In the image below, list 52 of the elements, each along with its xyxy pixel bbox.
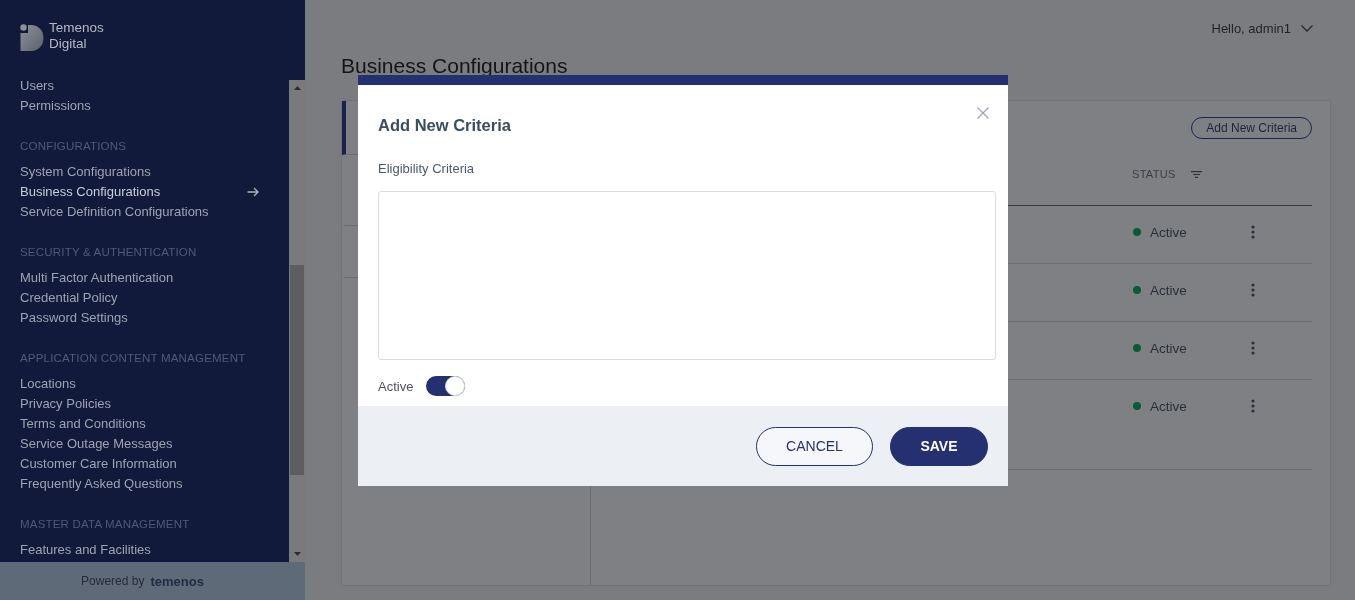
cancel-button[interactable]: CANCEL <box>756 426 873 466</box>
nav-item[interactable]: Business Configurations <box>20 182 259 202</box>
modal-title: Add New Criteria <box>378 115 511 135</box>
status-dot-icon <box>1133 228 1141 236</box>
status-dot-icon <box>1133 286 1141 294</box>
logo-icon <box>20 24 44 52</box>
kebab-menu-icon[interactable] <box>1251 225 1255 239</box>
nav-item[interactable]: Password Settings <box>20 308 259 328</box>
chevron-down-icon <box>1301 24 1313 32</box>
page-title: Business Configurations <box>341 56 569 76</box>
status-dot-icon <box>1133 402 1141 410</box>
nav-item[interactable]: Multi Factor Authentication <box>20 268 259 288</box>
status-text: Active <box>1150 224 1187 240</box>
save-button[interactable]: SAVE <box>890 426 988 466</box>
nav-item[interactable]: Terms and Conditions <box>20 414 259 434</box>
brand-name: Temenos Digital <box>49 20 104 52</box>
scroll-up-icon[interactable] <box>293 86 301 90</box>
nav-item[interactable]: System Configurations <box>20 162 259 182</box>
kebab-menu-icon[interactable] <box>1251 399 1255 413</box>
nav-item[interactable]: Customer Care Information <box>20 454 259 474</box>
powered-by-text: Powered by <box>81 574 145 588</box>
nav-item[interactable]: Service Definition Configurations <box>20 202 259 222</box>
nav-item[interactable]: Users <box>20 76 259 96</box>
nav-item[interactable]: Privacy Policies <box>20 394 259 414</box>
brand-wordmark: temenos <box>150 573 204 589</box>
section-heading: CONFIGURATIONS <box>20 139 128 154</box>
status-text: Active <box>1150 340 1187 356</box>
scroll-down-icon[interactable] <box>293 552 301 556</box>
nav-item[interactable]: Features and Facilities <box>20 540 259 560</box>
close-icon[interactable] <box>977 107 989 119</box>
toggle-label: Active <box>378 378 414 394</box>
kebab-menu-icon[interactable] <box>1251 283 1255 297</box>
status-text: Active <box>1150 398 1187 414</box>
status-text: Active <box>1150 282 1187 298</box>
status-dot-icon <box>1133 344 1141 352</box>
nav-item[interactable]: Frequently Asked Questions <box>20 474 259 494</box>
nav-item[interactable]: Locations <box>20 374 259 394</box>
section-heading: SECURITY & AUTHENTICATION <box>20 245 198 260</box>
kebab-menu-icon[interactable] <box>1251 341 1255 355</box>
field-label: Eligibility Criteria <box>378 161 476 177</box>
scrollbar-track[interactable] <box>289 80 305 562</box>
arrow-right-icon <box>247 187 259 197</box>
active-toggle[interactable] <box>426 376 466 396</box>
nav-item[interactable]: Credential Policy <box>20 288 259 308</box>
section-heading: MASTER DATA MANAGEMENT <box>20 517 191 532</box>
nav-item[interactable]: Service Outage Messages <box>20 434 259 454</box>
section-heading: APPLICATION CONTENT MANAGEMENT <box>20 351 247 366</box>
scrollbar-thumb[interactable] <box>290 265 304 475</box>
nav-item[interactable]: Permissions <box>20 96 259 116</box>
user-menu[interactable]: Hello, admin1 <box>1211 20 1313 36</box>
filter-icon[interactable] <box>1190 170 1202 178</box>
column-header: STATUS <box>1132 168 1176 180</box>
